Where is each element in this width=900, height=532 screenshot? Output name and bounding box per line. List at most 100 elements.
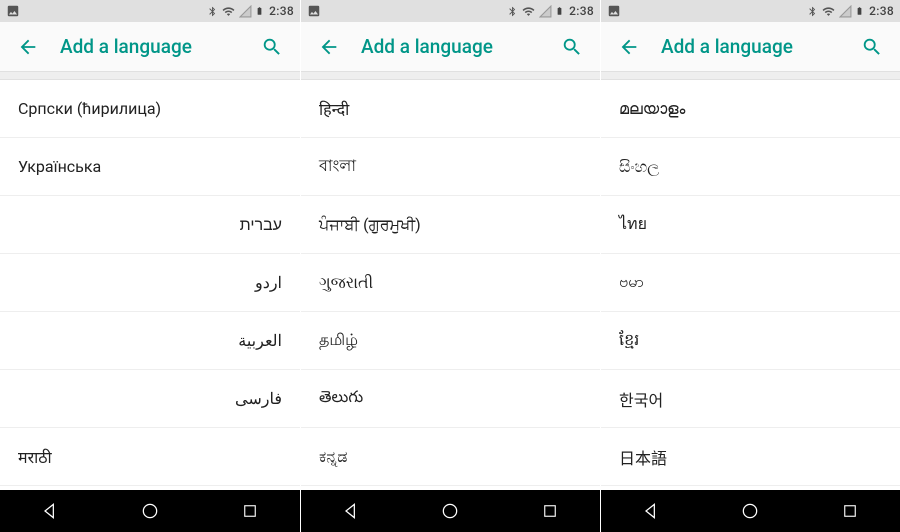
- language-label: ਪੰਜਾਬੀ (ਗੁਰਮੁਖੀ): [319, 215, 421, 235]
- language-label: Српски (ћирилица): [18, 99, 161, 118]
- language-label: עברית: [240, 215, 282, 235]
- language-item[interactable]: ខ្មែរ: [601, 312, 900, 370]
- signal-icon: [539, 5, 552, 18]
- search-button[interactable]: [554, 29, 590, 65]
- nav-recent-button[interactable]: [220, 490, 280, 532]
- page-title: Add a language: [647, 35, 854, 58]
- language-item[interactable]: ไทย: [601, 196, 900, 254]
- clock: 2:38: [269, 4, 294, 18]
- language-label: සිංහල: [619, 157, 659, 177]
- wifi-icon: [221, 5, 236, 18]
- language-item[interactable]: العربية: [0, 312, 300, 370]
- language-item[interactable]: 한국어: [601, 370, 900, 428]
- back-button[interactable]: [311, 29, 347, 65]
- status-bar: 2:38: [601, 0, 900, 22]
- language-item[interactable]: Српски (ћирилица): [0, 80, 300, 138]
- search-button[interactable]: [254, 29, 290, 65]
- nav-home-button[interactable]: [120, 490, 180, 532]
- nav-home-button[interactable]: [420, 490, 480, 532]
- language-label: Українська: [18, 157, 101, 176]
- signal-icon: [839, 5, 852, 18]
- signal-icon: [239, 5, 252, 18]
- page-title: Add a language: [347, 35, 554, 58]
- wifi-icon: [521, 5, 536, 18]
- page-title: Add a language: [46, 35, 254, 58]
- language-item[interactable]: മലയാളം: [601, 80, 900, 138]
- language-item[interactable]: עברית: [0, 196, 300, 254]
- language-item[interactable]: हिन्दी: [301, 80, 600, 138]
- nav-back-button[interactable]: [20, 490, 80, 532]
- arrow-back-icon: [318, 36, 340, 58]
- language-list[interactable]: മലയാളം සිංහල ไทย ဗမာ ខ្មែរ 한국어 日本語: [601, 80, 900, 490]
- language-item[interactable]: मराठी: [0, 428, 300, 486]
- language-label: मराठी: [18, 446, 52, 468]
- divider: [0, 72, 300, 80]
- language-label: ខ្មែរ: [619, 329, 639, 353]
- back-button[interactable]: [611, 29, 647, 65]
- battery-icon: [255, 4, 264, 18]
- nav-recent-button[interactable]: [820, 490, 880, 532]
- language-label: ไทย: [619, 212, 647, 237]
- triangle-back-icon: [40, 501, 60, 521]
- language-item[interactable]: ಕನ್ನಡ: [301, 428, 600, 486]
- language-item[interactable]: ဗမာ: [601, 254, 900, 312]
- language-item[interactable]: ગુજરાતી: [301, 254, 600, 312]
- nav-back-button[interactable]: [621, 490, 681, 532]
- search-icon: [561, 36, 583, 58]
- phone-screen: 2:38 Add a language हिन्दी বাংলা ਪੰਜਾਬੀ (ਗ…: [300, 0, 600, 532]
- image-icon: [307, 4, 321, 18]
- wifi-icon: [821, 5, 836, 18]
- status-bar: 2:38: [0, 0, 300, 22]
- triangle-back-icon: [341, 501, 361, 521]
- bluetooth-icon: [507, 5, 518, 18]
- search-button[interactable]: [854, 29, 890, 65]
- language-label: فارسی: [235, 389, 282, 408]
- clock: 2:38: [869, 4, 894, 18]
- search-icon: [861, 36, 883, 58]
- language-list[interactable]: हिन्दी বাংলা ਪੰਜਾਬੀ (ਗੁਰਮੁਖੀ) ગુજરાતી தமிழ் త…: [301, 80, 600, 490]
- nav-bar: [301, 490, 600, 532]
- language-label: বাংলা: [319, 153, 356, 180]
- language-item[interactable]: বাংলা: [301, 138, 600, 196]
- language-label: ဗမာ: [619, 271, 644, 295]
- bluetooth-icon: [207, 5, 218, 18]
- language-item[interactable]: Українська: [0, 138, 300, 196]
- clock: 2:38: [569, 4, 594, 18]
- circle-home-icon: [140, 501, 160, 521]
- language-item[interactable]: ਪੰਜਾਬੀ (ਗੁਰਮੁਖੀ): [301, 196, 600, 254]
- app-bar: Add a language: [0, 22, 300, 72]
- arrow-back-icon: [17, 36, 39, 58]
- circle-home-icon: [440, 501, 460, 521]
- language-label: हिन्दी: [319, 98, 349, 120]
- nav-bar: [0, 490, 300, 532]
- nav-back-button[interactable]: [321, 490, 381, 532]
- image-icon: [607, 4, 621, 18]
- bluetooth-icon: [807, 5, 818, 18]
- language-item[interactable]: 日本語: [601, 428, 900, 486]
- language-item[interactable]: தமிழ்: [301, 312, 600, 370]
- square-recent-icon: [541, 502, 559, 520]
- language-item[interactable]: සිංහල: [601, 138, 900, 196]
- language-label: اردو: [255, 273, 282, 292]
- back-button[interactable]: [10, 29, 46, 65]
- language-label: 한국어: [619, 387, 663, 411]
- language-item[interactable]: فارسی: [0, 370, 300, 428]
- language-label: 日本語: [619, 445, 667, 469]
- nav-home-button[interactable]: [720, 490, 780, 532]
- search-icon: [261, 36, 283, 58]
- language-label: العربية: [238, 331, 282, 350]
- language-list[interactable]: Српски (ћирилица) Українська עברית اردو العر…: [0, 80, 300, 490]
- image-icon: [6, 4, 20, 18]
- language-label: தமிழ்: [319, 330, 358, 351]
- app-bar: Add a language: [301, 22, 600, 72]
- language-item[interactable]: తెలుగు: [301, 370, 600, 428]
- triangle-back-icon: [641, 501, 661, 521]
- nav-recent-button[interactable]: [520, 490, 580, 532]
- language-label: తెలుగు: [319, 387, 363, 410]
- app-bar: Add a language: [601, 22, 900, 72]
- divider: [301, 72, 600, 80]
- language-label: മലയാളം: [619, 99, 685, 119]
- battery-icon: [555, 4, 564, 18]
- phone-screen: 2:38 Add a language മലയാളം සිංහල ไทย ဗမာ ខ្ម…: [600, 0, 900, 532]
- language-item[interactable]: اردو: [0, 254, 300, 312]
